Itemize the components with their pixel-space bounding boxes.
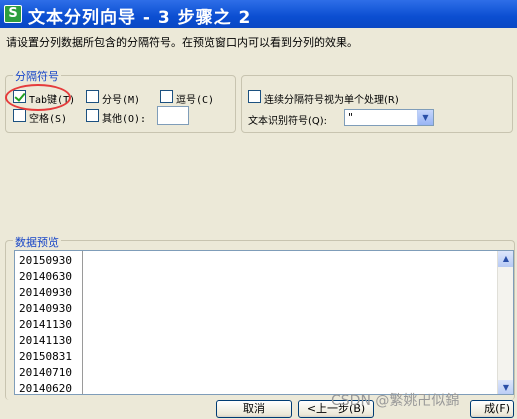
preview-row: 20140930	[19, 286, 72, 299]
semicolon-label: 分号(M)	[102, 95, 141, 106]
preview-scrollbar[interactable]: ▲ ▼	[497, 251, 513, 394]
semicolon-checkbox[interactable]	[86, 90, 99, 103]
instruction-text: 请设置分列数据所包含的分隔符号。在预览窗口内可以看到分列的效果。	[6, 36, 358, 49]
title-bar[interactable]: S 文本分列向导 - 3 步骤之 2	[0, 0, 517, 28]
consecutive-checkbox[interactable]	[248, 90, 261, 103]
preview-row: 20150930	[19, 254, 72, 267]
space-checkbox[interactable]	[13, 109, 26, 122]
other-delimiter-input[interactable]	[157, 106, 189, 125]
preview-row: 20140630	[19, 270, 72, 283]
preview-row: 20140710	[19, 366, 72, 379]
preview-legend: 数据预览	[13, 234, 61, 250]
other-label: 其他(O):	[102, 114, 147, 125]
scroll-up-icon[interactable]: ▲	[498, 251, 513, 267]
preview-row: 20140930	[19, 302, 72, 315]
qualifier-label: 文本识别符号(Q):	[248, 116, 328, 127]
window-title: 文本分列向导 - 3 步骤之 2	[28, 8, 252, 28]
other-checkbox[interactable]	[86, 109, 99, 122]
qualifier-value: "	[348, 111, 354, 124]
comma-label: 逗号(C)	[176, 95, 215, 106]
annotation-circle	[5, 84, 71, 111]
app-icon: S	[4, 5, 22, 23]
chevron-down-icon[interactable]: ▼	[417, 110, 433, 125]
qualifier-select[interactable]: " ▼	[344, 109, 434, 126]
comma-checkbox[interactable]	[160, 90, 173, 103]
space-label: 空格(S)	[29, 114, 68, 125]
cancel-button[interactable]: 取消	[216, 400, 292, 418]
data-preview[interactable]: 20150930 20140630 20140930 20140930 2014…	[14, 250, 514, 395]
finish-button[interactable]: 成(F)	[470, 400, 514, 418]
preview-row: 20150831	[19, 350, 72, 363]
preview-row: 20141130	[19, 318, 72, 331]
consecutive-label: 连续分隔符号视为单个处理(R)	[264, 95, 399, 106]
preview-row: 20140620	[19, 382, 72, 395]
delimiters-legend: 分隔符号	[13, 68, 61, 84]
preview-row: 20141130	[19, 334, 72, 347]
scroll-down-icon[interactable]: ▼	[498, 380, 513, 394]
watermark: CSDN @繁姚卍似錦	[331, 393, 460, 409]
